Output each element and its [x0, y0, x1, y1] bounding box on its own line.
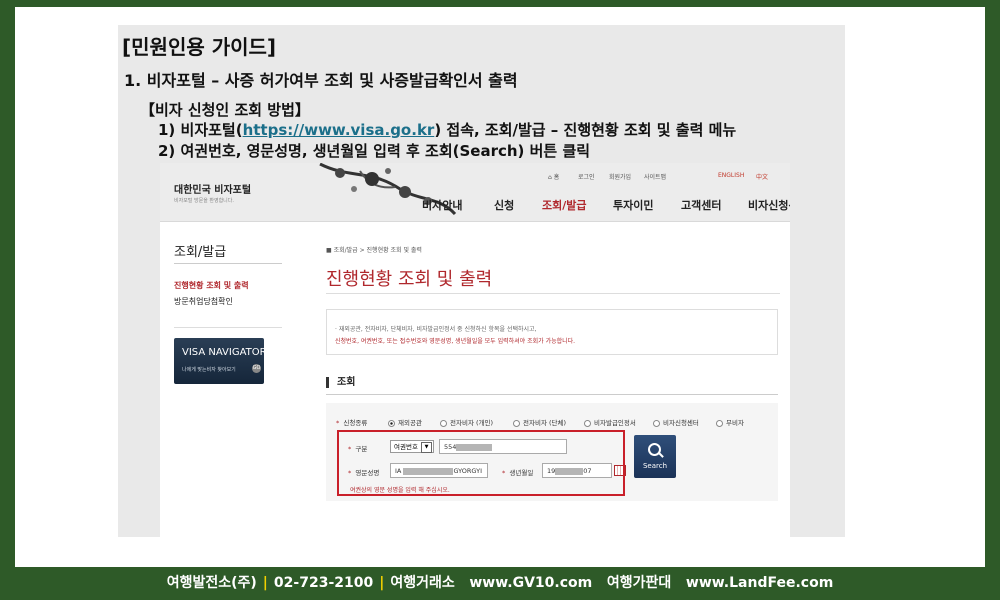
type-label: * 신청종류: [336, 419, 368, 427]
portal-logo[interactable]: 대한민국 비자포털: [174, 181, 251, 196]
portal-header: 대한민국 비자포털 비자포털 방문을 환영합니다. ⌂ 홈 로그인 회원가입 사…: [160, 163, 790, 222]
section-title: 조회: [326, 377, 355, 388]
guide-step-1: 1) 비자포털(https://www.visa.go.kr) 접속, 조회/발…: [158, 121, 737, 139]
util-signup[interactable]: 회원가입: [609, 172, 631, 181]
white-frame: [민원인용 가이드] 1. 비자포털 – 사증 허가여부 조회 및 사증발급확인…: [15, 7, 985, 567]
footer-tagline: 여행거래소: [390, 575, 455, 591]
radio-application-center[interactable]: 비자신청센터: [653, 417, 699, 427]
radio-consulate[interactable]: 재외공관: [388, 417, 422, 427]
notice-box: · 재외공관, 전자비자, 단체비자, 비자발급인정서 중 신청하신 항목을 선…: [326, 309, 778, 355]
visa-navigator-sub: 나에게 맞는비자 찾아보기: [182, 367, 236, 373]
radio-evisa-group[interactable]: 전자비자 (단체): [513, 417, 566, 427]
radio-checked-icon: [388, 419, 395, 427]
highlight-box: [337, 430, 625, 496]
guide-title: [민원인용 가이드]: [122, 35, 277, 59]
go-icon: GO: [252, 364, 261, 373]
portal-screenshot: 대한민국 비자포털 비자포털 방문을 환영합니다. ⌂ 홈 로그인 회원가입 사…: [160, 163, 790, 537]
radio-icon: [716, 419, 723, 427]
footer-site-2[interactable]: www.LandFee.com: [686, 575, 833, 591]
portal-welcome: 비자포털 방문을 환영합니다.: [174, 198, 234, 204]
radio-icon: [440, 419, 447, 427]
visa-portal-link[interactable]: https://www.visa.go.kr: [243, 121, 435, 139]
guide-heading: 1. 비자포털 – 사증 허가여부 조회 및 사증발급확인서 출력: [124, 71, 518, 90]
sidebar-item-employment[interactable]: 방문취업당첨확인: [174, 296, 233, 307]
footer-site-1[interactable]: www.GV10.com: [469, 575, 592, 591]
nav-apply[interactable]: 신청: [494, 197, 514, 213]
footer-tagline-2: 여행가판대: [606, 575, 672, 591]
guide-step-2: 2) 여권번호, 영문성명, 생년월일 입력 후 조회(Search) 버튼 클…: [158, 142, 591, 160]
notice-line-1: · 재외공관, 전자비자, 단체비자, 비자발급인정서 중 신청하신 항목을 선…: [335, 326, 537, 333]
radio-visa-free[interactable]: 무비자: [716, 417, 744, 427]
nav-investment-immigration[interactable]: 투자이민: [613, 197, 653, 213]
footer-bar: 여행발전소(주) | 02-723-2100 | 여행거래소 www.GV10.com …: [166, 575, 834, 591]
sidebar-title: 조회/발급: [174, 245, 227, 260]
title-divider: [326, 293, 780, 294]
guide-slide: [민원인용 가이드] 1. 비자포털 – 사증 허가여부 조회 및 사증발급확인…: [118, 25, 845, 537]
breadcrumb: ■ 조회/발급 > 진행현황 조회 및 출력: [326, 247, 422, 254]
radio-icon: [653, 419, 660, 427]
footer-phone: 02-723-2100: [273, 575, 374, 591]
nav-customer-center[interactable]: 고객센터: [681, 197, 721, 213]
home-icon: ⌂: [548, 174, 552, 181]
notice-line-2: 신청번호, 여권번호, 또는 접수번호와 영문성명, 생년월일을 모두 입력하셔…: [335, 338, 576, 345]
page-title: 진행현황 조회 및 출력: [326, 269, 493, 290]
nav-inquiry-issue[interactable]: 조회/발급: [542, 197, 587, 213]
util-english[interactable]: ENGLISH: [718, 172, 744, 179]
home-icon: ■: [326, 247, 332, 254]
section-divider: [326, 394, 778, 395]
visa-navigator-title: VISA NAVIGATOR: [182, 347, 267, 358]
inquiry-form: * 신청종류 재외공관 전자비자 (개인) 전자비자 (단체) 비자발급인정서 …: [326, 403, 778, 501]
radio-evisa-individual[interactable]: 전자비자 (개인): [440, 417, 493, 427]
util-chinese[interactable]: 中文: [756, 172, 768, 181]
radio-icon: [513, 419, 520, 427]
visa-navigator-banner[interactable]: VISA NAVIGATOR 나에게 맞는비자 찾아보기 GO: [174, 338, 267, 384]
guide-subheading: 【비자 신청인 조회 방법】: [140, 101, 310, 119]
sidebar-divider: [174, 263, 282, 264]
nav-application-center[interactable]: 비자신청센터: [748, 197, 790, 213]
sidebar-item-status[interactable]: 진행현황 조회 및 출력: [174, 280, 249, 291]
util-sitemap[interactable]: 사이트맵: [644, 172, 666, 181]
nav-visa-info[interactable]: 비자안내: [422, 197, 462, 213]
sidebar-divider-2: [174, 327, 282, 328]
radio-certificate[interactable]: 비자발급인정서: [584, 417, 636, 427]
radio-icon: [584, 419, 591, 427]
util-home[interactable]: ⌂ 홈: [548, 172, 559, 181]
search-button[interactable]: Search: [634, 435, 676, 478]
util-login[interactable]: 로그인: [578, 172, 595, 181]
footer-company: 여행발전소(주): [166, 575, 257, 591]
